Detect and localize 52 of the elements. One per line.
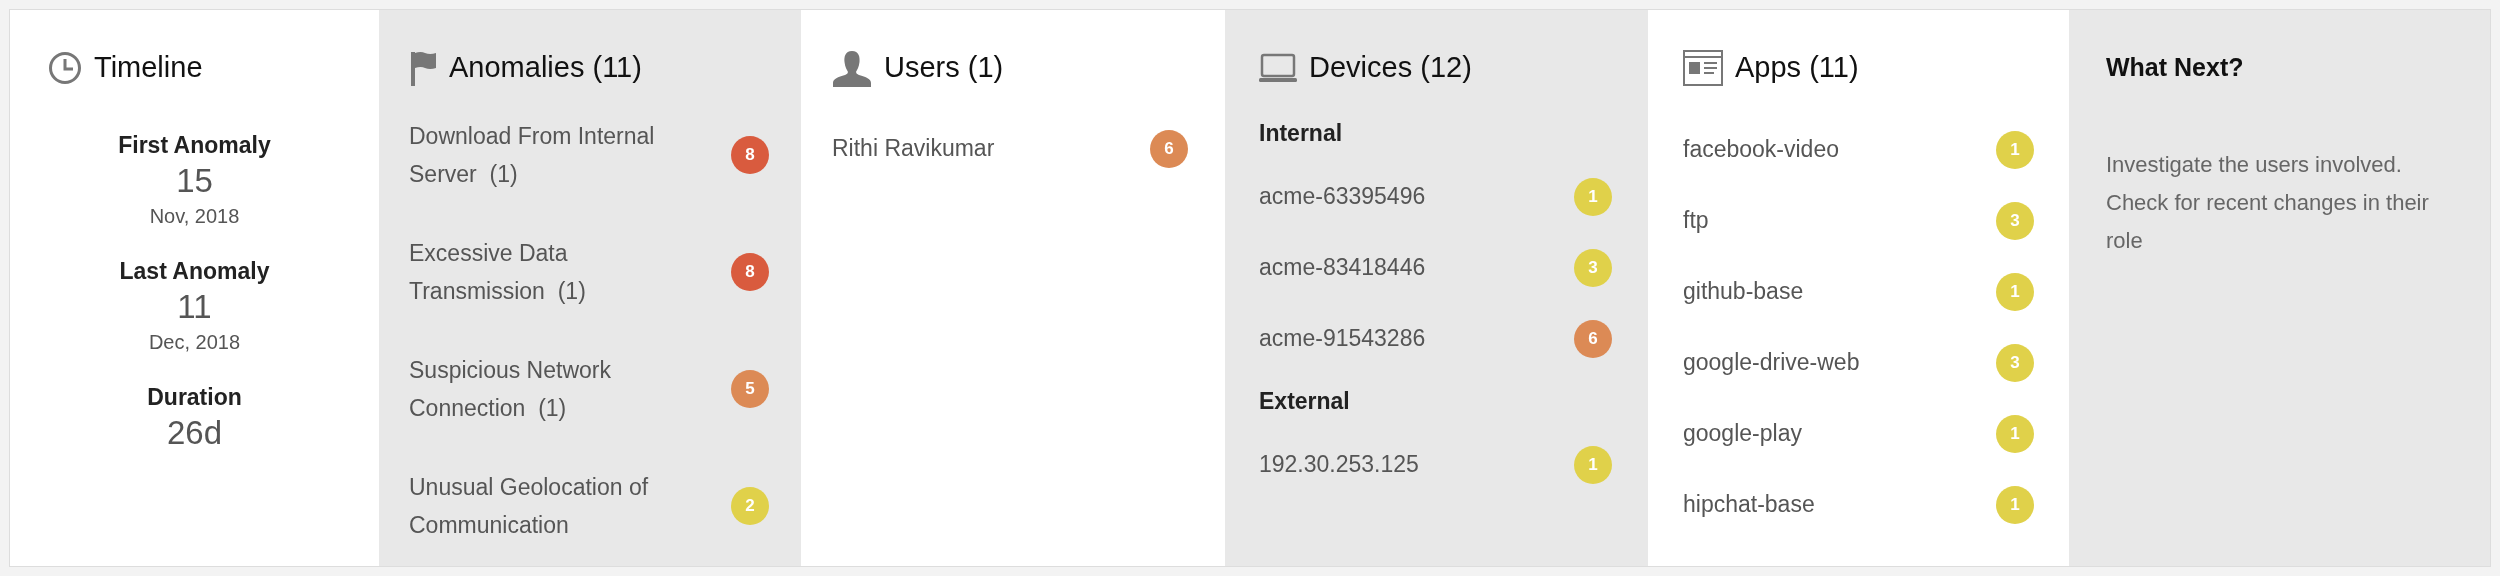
app-window-icon <box>1683 50 1723 86</box>
score-badge: 1 <box>1996 485 2034 524</box>
list-item[interactable]: acme-91543286 <box>1259 321 1426 356</box>
panel-title: What Next? <box>2106 52 2244 84</box>
list-item[interactable]: 192.30.253.125 <box>1259 447 1419 482</box>
timeline-label: Last Anomaly <box>119 257 270 286</box>
score-badge: 3 <box>1996 343 2034 382</box>
timeline-value: 15 <box>176 161 213 201</box>
score-badge: 1 <box>1574 177 1612 216</box>
laptop-icon <box>1259 53 1297 83</box>
timeline-date: Nov, 2018 <box>149 204 240 229</box>
anomaly-item[interactable]: Download From Internal Server (1) <box>409 116 709 193</box>
score-badge: 1 <box>1996 130 2034 169</box>
anomaly-item[interactable]: Unusual Geolocation of Communication <box>409 467 709 544</box>
list-item[interactable]: acme-63395496 <box>1259 179 1426 214</box>
panel-title: Timeline <box>94 50 203 86</box>
score-badge: 1 <box>1996 414 2034 453</box>
list-item[interactable]: Rithi Ravikumar <box>832 131 995 166</box>
timeline-label: Duration <box>147 383 242 412</box>
score-badge: 8 <box>731 252 769 291</box>
group-heading: Internal <box>1259 119 1343 149</box>
clock-icon <box>48 51 82 85</box>
timeline-label: First Anomaly <box>118 131 271 160</box>
flag-icon <box>409 50 437 86</box>
list-item[interactable]: google-drive-web <box>1683 345 1860 380</box>
list-item[interactable]: ftp <box>1683 203 1709 238</box>
timeline-date: Dec, 2018 <box>148 330 241 355</box>
suggestion-text: Investigate the users involved. Check for recent changes in their role <box>2106 151 2430 255</box>
group-heading: External <box>1259 387 1350 417</box>
score-badge: 1 <box>1574 445 1612 484</box>
timeline-value: 26d <box>166 413 223 453</box>
list-item[interactable]: hipchat-base <box>1683 487 1815 522</box>
score-badge: 3 <box>1574 248 1612 287</box>
list-item[interactable]: google-play <box>1683 416 1802 451</box>
score-badge: 2 <box>731 486 769 525</box>
list-item[interactable]: github-base <box>1683 274 1804 309</box>
panel-title: Anomalies (11) <box>449 50 642 86</box>
score-badge: 3 <box>1996 201 2034 240</box>
user-icon <box>832 49 872 87</box>
score-badge: 8 <box>731 135 769 174</box>
list-item[interactable]: facebook-video <box>1683 132 1839 167</box>
list-item[interactable]: acme-83418446 <box>1259 250 1426 285</box>
panel-title: Users (1) <box>884 50 1004 86</box>
panel-title: Devices (12) <box>1309 50 1472 86</box>
score-badge: 6 <box>1574 319 1612 358</box>
score-badge: 6 <box>1150 129 1188 168</box>
score-badge: 1 <box>1996 272 2034 311</box>
panel-title: Apps (11) <box>1735 50 1859 86</box>
anomaly-item[interactable]: Suspicious Network Connection (1) <box>409 350 709 427</box>
score-badge: 5 <box>731 369 769 408</box>
anomaly-item[interactable]: Excessive Data Transmission (1) <box>409 233 709 310</box>
timeline-value: 11 <box>177 287 212 327</box>
